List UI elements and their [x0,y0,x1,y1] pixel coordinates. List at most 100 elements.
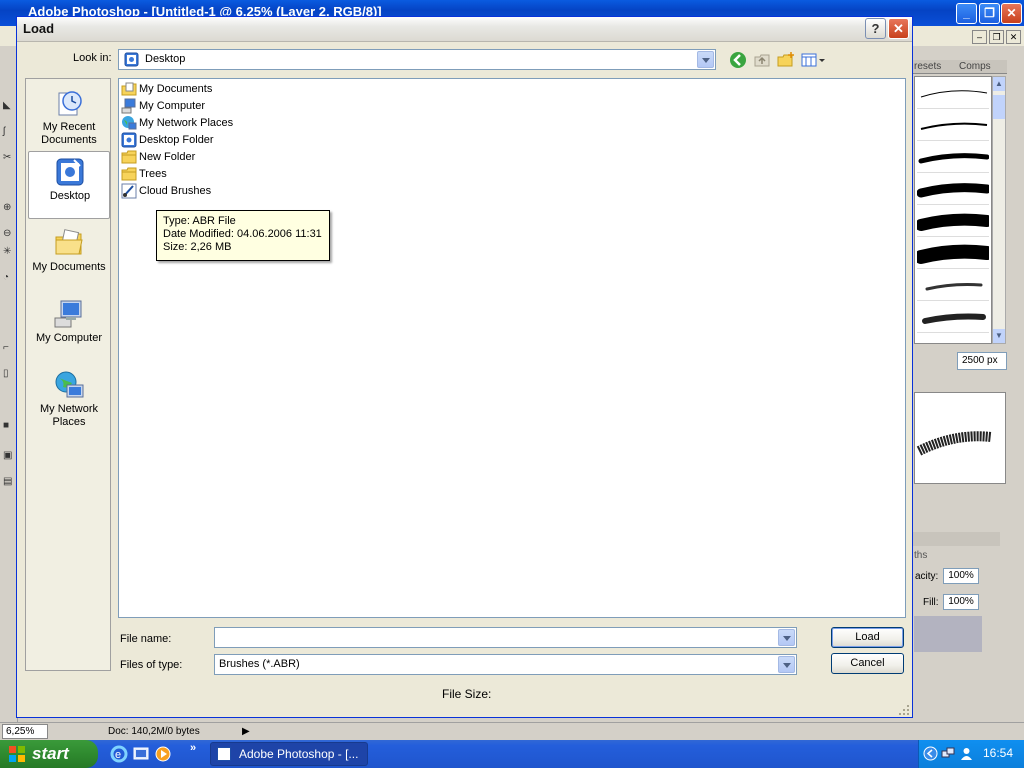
place-network-places[interactable]: My Network Places [28,365,110,433]
brush-panel-tabs: resets Comps [912,60,1007,74]
desktop-icon [124,52,139,67]
dialog-titlebar[interactable]: Load ? ✕ [17,17,912,42]
brush-file-icon [121,183,137,199]
type-tool-icon[interactable]: ▯ [3,368,15,380]
doc-restore-icon[interactable]: ❐ [989,30,1004,44]
lasso-tool-icon[interactable]: ʃ [3,126,15,138]
list-item[interactable]: My Documents [121,81,212,97]
foreground-color-icon[interactable]: ■ [3,420,15,432]
place-label: My Documents [32,261,106,273]
scroll-down-icon[interactable]: ▼ [993,329,1005,343]
tooltip-size: Size: 2,26 MB [163,241,232,253]
chevron-down-icon[interactable] [697,51,714,68]
internet-explorer-icon[interactable]: e [110,745,128,763]
file-name: Trees [139,168,167,180]
look-in-value: Desktop [145,53,186,65]
file-name: My Network Places [139,117,234,129]
close-button[interactable]: ✕ [888,18,909,39]
place-recent-documents[interactable]: My Recent Documents [28,83,110,151]
brush-stroke-preview[interactable] [917,143,990,173]
brush-stroke-preview[interactable] [917,111,989,141]
look-in-dropdown[interactable]: Desktop [118,49,716,70]
file-name: My Documents [139,83,213,95]
view-menu-icon[interactable] [801,51,827,69]
fill-field[interactable]: 100% [943,594,979,610]
place-label: My Recent Documents [41,121,97,146]
list-item[interactable]: Trees [121,166,167,182]
place-my-documents[interactable]: My Documents [28,223,110,291]
quickmask-icon[interactable]: ▣ [3,450,15,462]
my-documents-icon [55,229,83,255]
chevron-down-icon[interactable] [778,656,795,673]
network-status-icon[interactable] [941,746,956,761]
files-of-type-label: Files of type: [120,659,183,671]
my-documents-icon [121,82,137,96]
brush-stroke-preview[interactable] [915,207,993,237]
opacity-field[interactable]: 100% [943,568,979,584]
brush-stroke-list[interactable] [914,76,994,344]
start-button[interactable]: start [0,740,98,768]
cancel-button[interactable]: Cancel [831,653,904,674]
brush-stroke-preview[interactable] [917,79,989,109]
chevron-down-icon[interactable] [778,629,795,646]
files-of-type-dropdown[interactable]: Brushes (*.ABR) [214,654,797,675]
recent-documents-icon [58,91,82,116]
healing-tool-icon[interactable]: ⊕ [3,202,15,214]
stamp-tool-icon[interactable]: ⊖ [3,228,15,240]
opacity-label: acity: [915,571,939,582]
load-button[interactable]: Load [831,627,904,648]
crop-tool-icon[interactable]: ✂ [3,152,15,164]
file-name: New Folder [139,151,196,163]
network-places-icon [122,116,137,130]
eraser-tool-icon[interactable]: ✳ [3,246,15,258]
show-desktop-icon[interactable] [132,745,150,763]
list-item[interactable]: My Network Places [121,115,233,131]
brush-stroke-preview[interactable] [914,239,994,269]
look-in-label: Look in: [73,52,112,64]
new-folder-icon[interactable] [777,51,795,69]
tray-expand-icon[interactable] [923,746,938,761]
tab-presets[interactable]: resets [914,61,941,72]
brush-stroke-preview[interactable] [916,175,992,205]
system-tray: 16:54 [918,740,1024,768]
move-tool-icon[interactable]: ◣ [3,100,15,112]
doc-close-icon[interactable]: ✕ [1006,30,1021,44]
list-item[interactable]: Desktop Folder [121,132,214,148]
pen-tool-icon[interactable]: ⌐ [3,342,15,354]
brush-stroke-preview[interactable] [917,271,989,301]
fill-label: Fill: [923,597,939,608]
back-icon[interactable] [729,51,747,69]
file-name-input[interactable] [214,627,797,648]
file-list[interactable]: My Documents My Computer My Network Plac… [118,78,906,618]
scroll-thumb[interactable] [993,95,1005,119]
media-player-icon[interactable] [154,745,172,763]
restore-button[interactable]: ❐ [979,3,1000,24]
close-app-button[interactable]: ✕ [1001,3,1022,24]
messenger-icon[interactable] [959,746,974,761]
list-item[interactable]: New Folder [121,149,195,165]
list-item[interactable]: My Computer [121,98,205,114]
status-menu-arrow-icon[interactable]: ▶ [242,726,250,737]
list-item[interactable]: Cloud Brushes [121,183,211,199]
blur-tool-icon[interactable]: ◔ [3,272,15,284]
layer-row[interactable] [914,616,982,652]
quicklaunch-more-icon[interactable]: » [190,742,196,754]
help-button[interactable]: ? [865,18,886,39]
tab-comps[interactable]: Comps [959,61,991,72]
brush-diameter-field[interactable]: 2500 px [957,352,1007,370]
brush-stroke-preview[interactable] [917,303,989,333]
brush-list-scrollbar[interactable]: ▲ ▼ [992,76,1006,344]
folder-icon [121,150,137,164]
taskbar-item-photoshop[interactable]: Adobe Photoshop - [... [210,742,368,766]
clock[interactable]: 16:54 [983,746,1013,760]
minimize-button[interactable]: _ [956,3,977,24]
up-folder-icon[interactable] [753,51,771,69]
place-desktop[interactable]: Desktop [28,151,110,219]
place-my-computer[interactable]: My Computer [28,294,110,362]
zoom-field[interactable]: 6,25% [2,724,48,739]
screen-mode-icon[interactable]: ▤ [3,476,15,488]
resize-grip-icon[interactable] [897,703,911,717]
scroll-up-icon[interactable]: ▲ [993,77,1005,91]
tab-paths[interactable]: ths [914,550,927,561]
doc-minimize-icon[interactable]: – [972,30,987,44]
